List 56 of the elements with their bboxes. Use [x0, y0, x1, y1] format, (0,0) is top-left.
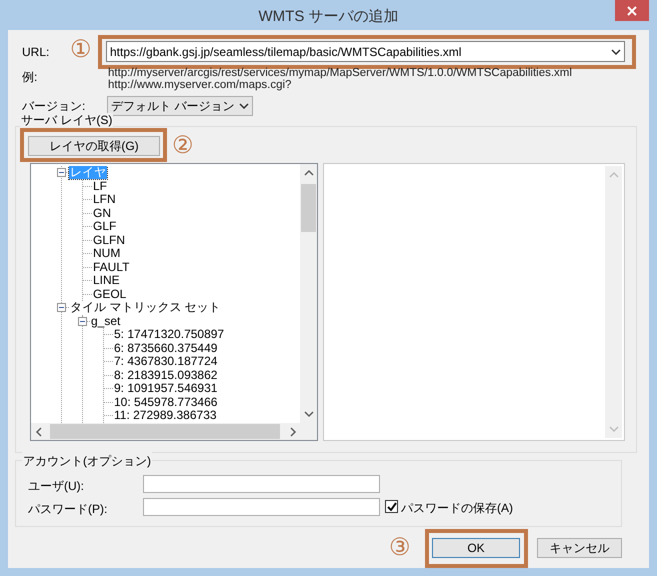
horizontal-scrollbar[interactable] [31, 423, 301, 440]
callout-number: ① [70, 37, 92, 61]
tree-item[interactable]: 6: 8735660.375449 [113, 342, 218, 355]
tree-item[interactable]: 7: 4367830.187724 [113, 355, 218, 368]
collapse-toggle[interactable] [78, 316, 87, 326]
scrollbar-thumb[interactable] [301, 184, 316, 232]
callout-number: ② [172, 133, 194, 157]
tree-item[interactable]: GN [92, 206, 112, 220]
password-label: パスワード(P): [28, 501, 108, 518]
tree-item[interactable]: GEOL [92, 288, 128, 301]
tree-item[interactable]: NUM [92, 247, 122, 260]
tree-item[interactable]: LFN [92, 193, 117, 206]
group-label: アカウント(オプション) [22, 452, 152, 470]
window-title: WMTS サーバの追加 [258, 7, 398, 27]
scroll-up-icon[interactable] [304, 169, 314, 177]
cancel-button[interactable]: キャンセル [537, 538, 622, 558]
tree-item[interactable]: g_set [90, 314, 122, 328]
get-layers-button[interactable]: レイヤの取得(G) [28, 136, 160, 156]
scroll-right-icon[interactable] [289, 426, 297, 436]
ok-button[interactable]: OK [432, 538, 520, 558]
url-label: URL: [22, 44, 50, 61]
checkmark-icon [386, 502, 396, 511]
tree-item[interactable]: GLF [92, 220, 118, 234]
tree-item[interactable]: LINE [92, 274, 121, 288]
save-password-checkbox[interactable] [385, 500, 398, 513]
save-password-label: パスワードの保存(A) [401, 500, 513, 517]
dropdown-caret-icon [611, 48, 621, 54]
tree-item[interactable]: 10: 545978.773466 [113, 396, 218, 409]
tree-item[interactable]: 11: 272989.386733 [113, 409, 218, 422]
close-icon [627, 6, 637, 16]
version-label: バージョン: [22, 98, 86, 115]
collapse-toggle[interactable] [57, 168, 66, 178]
tree-item[interactable]: タイル マトリックス セット [69, 301, 222, 314]
user-label: ユーザ(U): [28, 478, 84, 495]
user-field[interactable] [143, 475, 380, 493]
tree-item[interactable]: FAULT [92, 260, 130, 274]
scroll-left-icon[interactable] [35, 426, 43, 436]
tree-item[interactable]: 8: 2183915.093862 [113, 368, 218, 382]
group-label: サーバ レイヤ(S) [20, 113, 114, 127]
vertical-scrollbar[interactable] [300, 164, 317, 423]
version-dropdown[interactable]: デフォルト バージョン [107, 96, 253, 116]
close-button[interactable] [615, 0, 649, 21]
tree-item[interactable]: GLFN [92, 234, 126, 247]
url-combobox[interactable]: https://gbank.gsj.jp/seamless/tilemap/basic/WMTSCapabilities.xml [106, 41, 625, 62]
tree-item[interactable]: LF [92, 180, 108, 193]
password-field[interactable] [143, 498, 380, 516]
scrollbar-thumb[interactable] [50, 424, 280, 439]
dropdown-caret-icon [239, 103, 249, 109]
callout-number: ③ [389, 535, 411, 559]
scroll-down-icon[interactable] [304, 410, 314, 418]
tree-item[interactable]: 5: 17471320.750897 [113, 328, 226, 342]
example-url: http://www.myserver.com/maps.cgi? [108, 79, 292, 91]
tree-item[interactable]: 9: 1091957.546931 [113, 382, 218, 396]
example-url: http://myserver/arcgis/rest/services/mymap/MapServer/WMTS/1.0.0/WMTSCapabilities.xml [108, 67, 572, 79]
collapse-toggle[interactable] [57, 303, 66, 312]
example-label: 例: [22, 69, 38, 86]
